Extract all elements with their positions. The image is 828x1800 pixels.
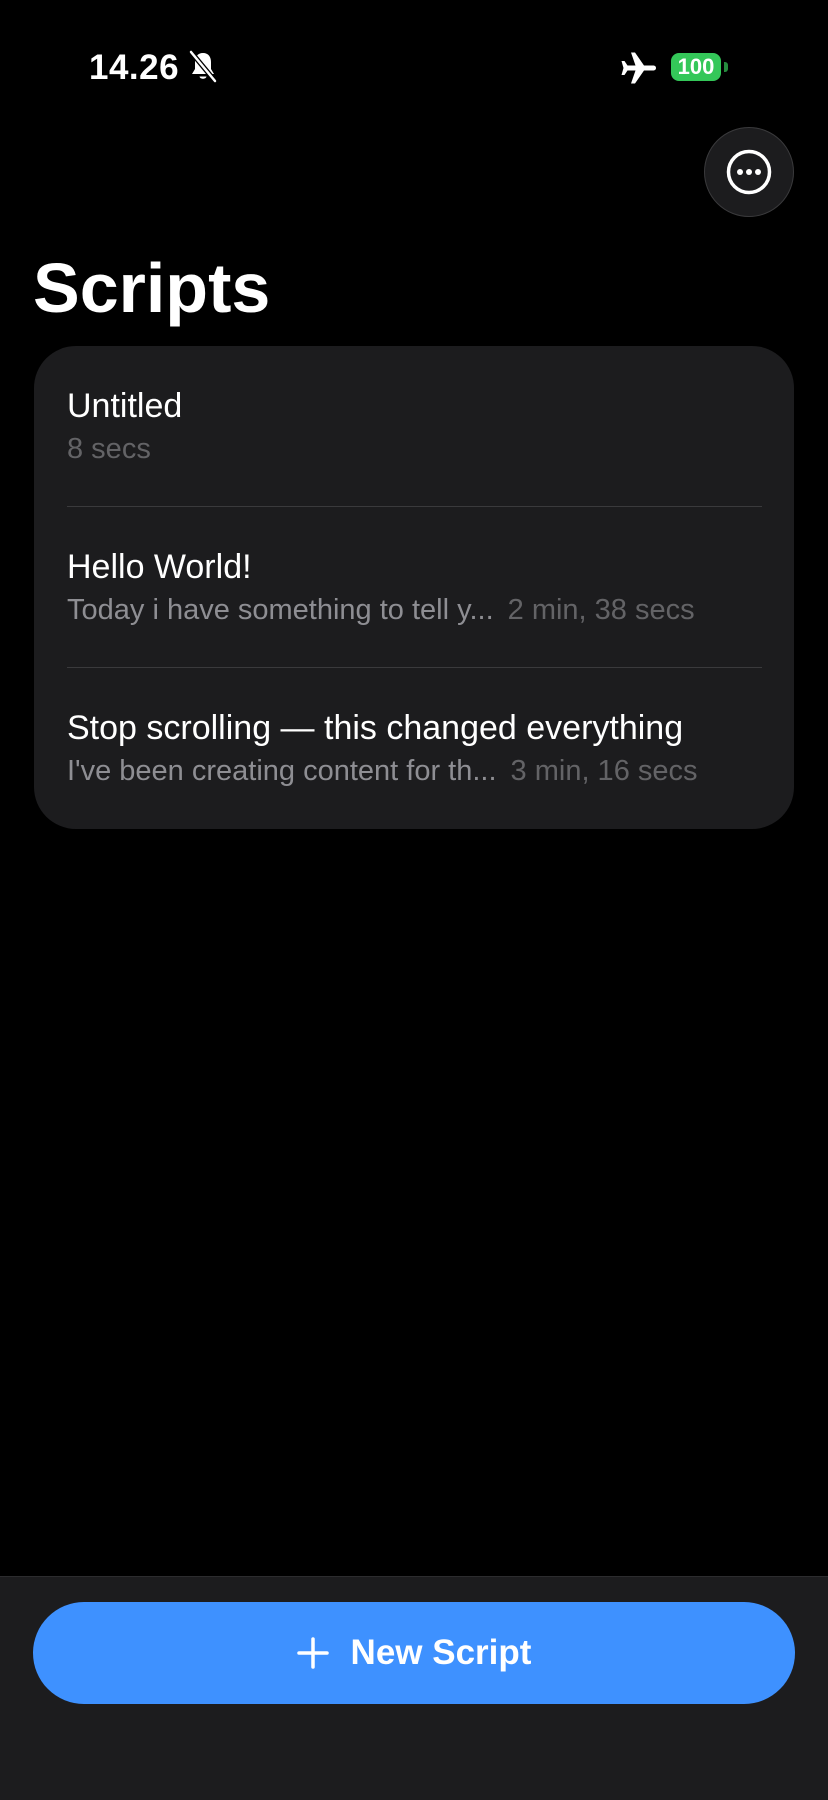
script-title: Untitled — [67, 387, 183, 425]
script-title: Hello World! — [67, 548, 252, 586]
plus-icon — [296, 1637, 329, 1669]
battery-icon: 100 — [671, 53, 721, 81]
script-duration: 3 min, 16 secs — [510, 755, 698, 787]
page-title: Scripts — [33, 249, 271, 327]
bottom-bar: New Script — [0, 1576, 828, 1800]
script-duration: 2 min, 38 secs — [507, 594, 695, 626]
script-meta: I've been creating content for th... 3 m… — [67, 753, 764, 789]
script-duration: 8 secs — [67, 433, 151, 465]
script-row[interactable]: Untitled 8 secs — [34, 346, 794, 507]
script-preview: Today i have something to tell y... — [67, 594, 494, 626]
script-title: Stop scrolling — this changed everything — [67, 709, 684, 747]
bell-slash-icon — [188, 50, 218, 84]
battery-nub — [724, 62, 728, 72]
script-list: Untitled 8 secs Hello World! Today i hav… — [34, 346, 794, 829]
status-bar: 14.26 100 — [0, 0, 828, 130]
more-options-button[interactable] — [704, 127, 794, 217]
ellipsis-circle-icon — [726, 149, 772, 195]
script-meta: 8 secs — [67, 431, 764, 467]
script-row[interactable]: Hello World! Today i have something to t… — [34, 507, 794, 668]
script-row[interactable]: Stop scrolling — this changed everything… — [34, 668, 794, 829]
status-time: 14.26 — [89, 48, 180, 87]
new-script-label: New Script — [350, 1633, 532, 1672]
script-meta: Today i have something to tell y... 2 mi… — [67, 592, 764, 628]
airplane-icon — [621, 52, 656, 84]
script-preview: I've been creating content for th... — [67, 755, 497, 787]
new-script-button[interactable]: New Script — [33, 1602, 795, 1704]
